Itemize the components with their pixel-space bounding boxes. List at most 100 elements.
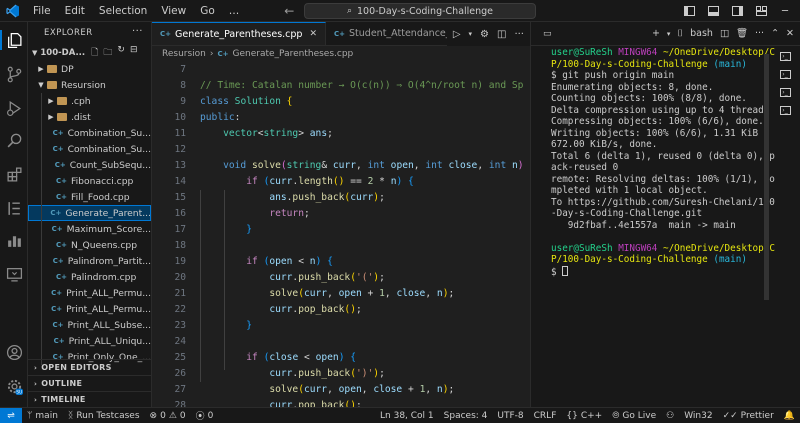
- settings-gear-icon[interactable]: SU: [4, 376, 24, 396]
- tree-file[interactable]: C+ Count_SubSequ...: [28, 157, 151, 173]
- maximize-panel-icon[interactable]: ⌃: [771, 28, 779, 39]
- run-play-icon[interactable]: ▷: [453, 29, 461, 40]
- menu-edit[interactable]: Edit: [58, 0, 92, 22]
- tree-folder[interactable]: ▶ DP: [28, 61, 151, 77]
- file-tree: ▶ DP ▼ Resursion ▶ .cph ▶ .dist C+ Combination_Su…: [28, 61, 151, 365]
- more-actions-icon[interactable]: ···: [514, 29, 524, 40]
- section-open-editors[interactable]: › OPEN EDITORS: [28, 359, 151, 375]
- tree-folder[interactable]: ▶ .cph: [28, 93, 151, 109]
- toggle-panel-icon[interactable]: [706, 4, 720, 18]
- terminal-shell-label[interactable]: bash: [690, 28, 713, 39]
- section-timeline[interactable]: › TIMELINE: [28, 391, 151, 407]
- notifications-icon[interactable]: ⚇: [661, 411, 679, 421]
- refresh-icon[interactable]: ↻: [117, 45, 125, 61]
- close-icon[interactable]: ✕: [309, 29, 317, 39]
- terminal-instance-1[interactable]: ›_: [770, 47, 800, 65]
- close-icon[interactable]: ✕: [786, 28, 794, 39]
- settings-gear-small-icon[interactable]: ⚙: [480, 29, 489, 40]
- new-file-icon[interactable]: 🗋: [91, 45, 98, 61]
- cursor-position[interactable]: Ln 38, Col 1: [375, 411, 439, 421]
- remote-indicator-icon[interactable]: ⇌: [0, 407, 22, 423]
- terminal-instance-2[interactable]: ›_: [770, 65, 800, 83]
- warning-icon: ⚠: [168, 410, 177, 421]
- toggle-sidebar-icon[interactable]: [682, 4, 696, 18]
- platform[interactable]: Win32: [679, 411, 717, 421]
- command-center-search[interactable]: ⌕ 100-Day-s-Coding-Challenge: [304, 3, 536, 19]
- title-bar: File Edit Selection View Go … ← → ⌕ 100-…: [0, 0, 800, 22]
- tree-file[interactable]: C+ Palindrom_Partit...: [28, 253, 151, 269]
- chevron-right-icon: ›: [34, 395, 38, 404]
- account-icon[interactable]: [4, 342, 24, 362]
- code-line: 21 solve(curr, open + 1, close, n);: [152, 286, 530, 302]
- prettier-indicator[interactable]: ✓✓ Prettier: [718, 411, 779, 421]
- terminal-scrollbar[interactable]: [764, 54, 769, 300]
- bell-icon[interactable]: 🔔: [779, 411, 800, 421]
- more-actions-icon[interactable]: ···: [132, 26, 143, 37]
- tree-file[interactable]: C+ Maximum_Score...: [28, 221, 151, 237]
- terminal-instance-3[interactable]: ›_: [770, 83, 800, 101]
- terminal-output[interactable]: user@SuReSh MINGW64 ~/OneDrive/Desktop/C…: [551, 47, 775, 279]
- tree-file[interactable]: C+ N_Queens.cpp: [28, 237, 151, 253]
- breadcrumb-folder[interactable]: Resursion: [162, 49, 206, 59]
- tree-file[interactable]: C+ Print_ALL_Permu...: [28, 285, 151, 301]
- tab-generate-parentheses[interactable]: C+ Generate_Parentheses.cpp ✕: [152, 22, 327, 45]
- tree-folder[interactable]: ▶ .dist: [28, 109, 151, 125]
- new-folder-icon[interactable]: 🗀: [103, 45, 112, 61]
- terminal-input-line[interactable]: $: [551, 265, 769, 279]
- search-panel-icon[interactable]: [4, 130, 24, 150]
- ports-indicator[interactable]: ⦿ 0: [191, 409, 219, 423]
- chart-icon[interactable]: [4, 230, 24, 250]
- tree-folder[interactable]: ▼ Resursion: [28, 77, 151, 93]
- encoding[interactable]: UTF-8: [492, 411, 528, 421]
- trash-icon[interactable]: 🗑: [736, 28, 748, 39]
- split-terminal-icon[interactable]: ◫: [720, 28, 729, 39]
- chevron-down-icon[interactable]: ▾: [469, 30, 473, 38]
- branch-indicator[interactable]: ᛘ main: [22, 411, 63, 421]
- tree-file[interactable]: C+ Fill_Food.cpp: [28, 189, 151, 205]
- error-icon: ⊗: [149, 410, 158, 421]
- tree-file[interactable]: C+ Fibonacci.cpp: [28, 173, 151, 189]
- tree-file[interactable]: C+ Print_ALL_Permu...: [28, 301, 151, 317]
- indent-guide: [41, 125, 42, 141]
- run-debug-icon[interactable]: [4, 98, 24, 118]
- customize-layout-icon[interactable]: [754, 4, 768, 18]
- breadcrumb-file[interactable]: Generate_Parentheses.cpp: [233, 49, 354, 59]
- terminal-instance-4[interactable]: ›_: [770, 101, 800, 119]
- minimize-icon[interactable]: ─: [778, 4, 792, 18]
- folder-icon: [56, 96, 67, 106]
- run-testcases-button[interactable]: ᛝ Run Testcases: [63, 411, 145, 421]
- line-number: 27: [174, 384, 186, 395]
- explorer-icon[interactable]: [0, 30, 24, 50]
- more-actions-icon[interactable]: ···: [755, 28, 764, 39]
- menu-go[interactable]: Go: [193, 0, 222, 22]
- collapse-all-icon[interactable]: ⊟: [130, 45, 138, 61]
- terminal-instance-icon: ›_: [779, 51, 791, 61]
- indentation[interactable]: Spaces: 4: [439, 411, 493, 421]
- testing-icon[interactable]: [4, 198, 24, 218]
- new-terminal-icon[interactable]: +: [652, 28, 660, 39]
- back-arrow-icon[interactable]: ←: [278, 4, 300, 18]
- remote-explorer-icon[interactable]: [4, 264, 24, 284]
- split-editor-icon[interactable]: ◫: [497, 29, 506, 40]
- go-live-button[interactable]: ⦾ Go Live: [607, 411, 661, 421]
- extensions-icon[interactable]: [4, 164, 24, 184]
- problems-indicator[interactable]: ⊗ 0 ⚠ 0: [145, 411, 191, 421]
- tree-file[interactable]: C+ Combination_Su...: [28, 141, 151, 157]
- source-control-icon[interactable]: [4, 64, 24, 84]
- section-outline[interactable]: › OUTLINE: [28, 375, 151, 391]
- tree-file[interactable]: C+ Combination_Su...: [28, 125, 151, 141]
- code-editor[interactable]: 7 8 // Time: Catalan number → O(c(n)) ⇒ O…: [152, 62, 530, 407]
- toggle-secondary-sidebar-icon[interactable]: [730, 4, 744, 18]
- end-of-line[interactable]: CRLF: [529, 411, 562, 421]
- tree-file[interactable]: C+ Palindrom.cpp: [28, 269, 151, 285]
- menu-file[interactable]: File: [26, 0, 58, 22]
- menu-view[interactable]: View: [154, 0, 193, 22]
- language-mode[interactable]: {} C++: [561, 411, 607, 421]
- tree-file[interactable]: C+ Print_ALL_Subse...: [28, 317, 151, 333]
- project-root[interactable]: ▼ 100-DA... 🗋 🗀 ↻ ⊟: [28, 44, 151, 61]
- tree-file[interactable]: C+ Print_ALL_Uniqu...: [28, 333, 151, 349]
- menu-more[interactable]: …: [222, 0, 247, 22]
- chevron-down-icon[interactable]: ▾: [667, 30, 671, 38]
- menu-selection[interactable]: Selection: [92, 0, 154, 22]
- tree-file[interactable]: C+ Generate_Parent...: [28, 205, 151, 221]
